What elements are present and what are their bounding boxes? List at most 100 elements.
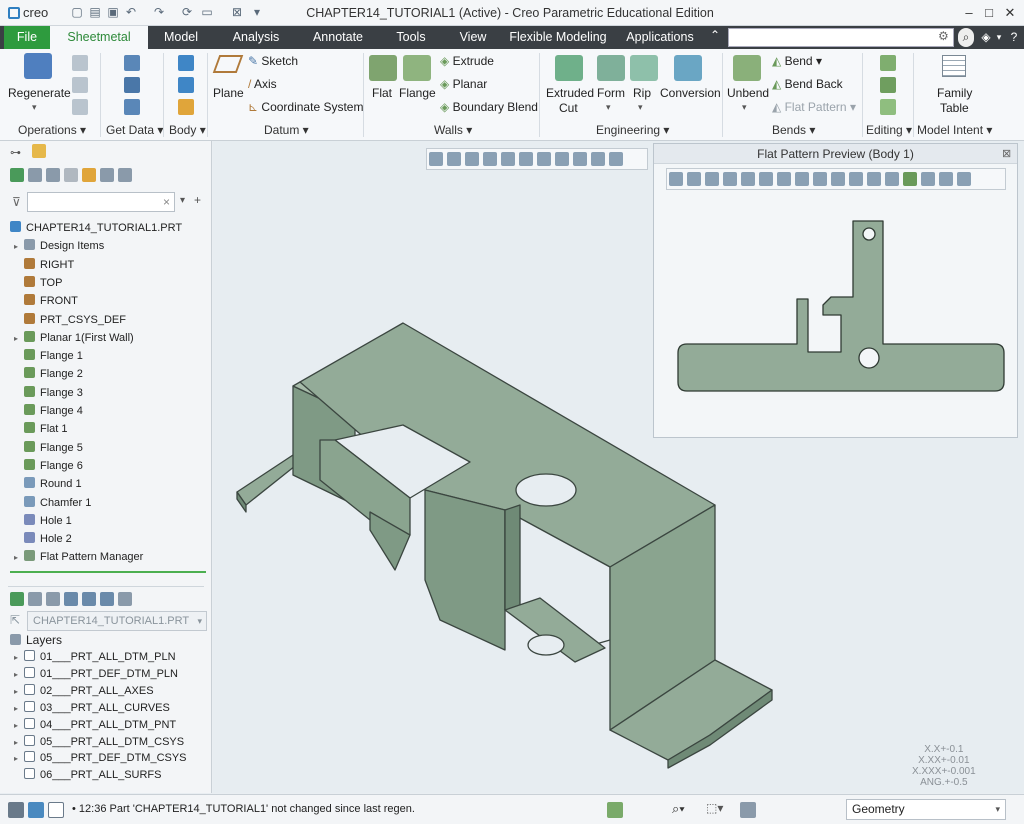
fp-zoom-icon[interactable] bbox=[687, 172, 701, 186]
bend-button[interactable]: ◭ Bend ▾ bbox=[772, 54, 822, 68]
learning-menu-icon[interactable]: ▾ bbox=[994, 28, 1004, 47]
fp-zoom-box-icon[interactable] bbox=[705, 172, 719, 186]
flat-button[interactable]: Flat bbox=[372, 86, 392, 100]
tree-expand-icon[interactable] bbox=[118, 168, 132, 182]
tree-settings-icon[interactable] bbox=[64, 168, 78, 182]
model-tree-item[interactable]: TOP bbox=[14, 274, 62, 292]
model-tree-item[interactable]: ▸ Flat Pattern Manager bbox=[14, 548, 143, 566]
fp-sync-icon[interactable] bbox=[903, 172, 917, 186]
flat-pattern-preview-window[interactable]: Flat Pattern Preview (Body 1) ⊠ bbox=[653, 143, 1018, 438]
tab-tools[interactable]: Tools bbox=[384, 26, 438, 49]
search-icon[interactable]: ⌕ bbox=[958, 28, 974, 47]
tab-flexible-modeling[interactable]: Flexible Modeling bbox=[506, 26, 610, 49]
edit-pattern-icon[interactable] bbox=[880, 99, 896, 115]
selection-filter-select[interactable]: Geometry ▾ bbox=[846, 799, 1006, 820]
fp-csys-icon[interactable] bbox=[867, 172, 881, 186]
group-walls[interactable]: Walls ▾ bbox=[434, 123, 472, 137]
learning-connector-icon[interactable]: ◈ bbox=[978, 28, 994, 47]
flange-button[interactable]: Flange bbox=[399, 86, 436, 100]
conversion-button[interactable]: Conversion bbox=[660, 86, 721, 100]
edit-merge-icon[interactable] bbox=[880, 55, 896, 71]
model-tree-item[interactable]: ▸ Design Items bbox=[14, 237, 104, 255]
extrude-button[interactable]: ◈ Extrude bbox=[440, 54, 494, 68]
model-tree-item[interactable]: Flange 6 bbox=[14, 457, 83, 475]
model-tree-item[interactable]: PRT_CSYS_DEF bbox=[14, 311, 126, 329]
tab-applications[interactable]: Applications bbox=[618, 26, 702, 49]
tab-file[interactable]: File bbox=[4, 26, 50, 49]
boundary-blend-button[interactable]: ◈ Boundary Blend bbox=[440, 100, 538, 114]
layer-more-icon[interactable] bbox=[118, 592, 132, 606]
tree-sort-icon[interactable] bbox=[100, 168, 114, 182]
model-tree-item[interactable]: Chamfer 1 bbox=[14, 494, 91, 512]
regenerate-quick-icon[interactable]: ⟳ bbox=[180, 5, 194, 19]
unbend-menu-icon[interactable]: ▾ bbox=[742, 102, 747, 113]
folder-browser-tab-icon[interactable] bbox=[32, 144, 46, 158]
group-editing[interactable]: Editing ▾ bbox=[866, 123, 912, 137]
merge-inheritance-icon[interactable] bbox=[124, 77, 140, 93]
family-table-button[interactable]: Family bbox=[937, 86, 972, 100]
fp-annotations-icon[interactable] bbox=[885, 172, 899, 186]
fp-zoom-in-icon[interactable] bbox=[723, 172, 737, 186]
selection-list-icon[interactable] bbox=[740, 802, 756, 818]
layer-new-icon[interactable] bbox=[64, 592, 78, 606]
model-tree-item[interactable]: Hole 1 bbox=[14, 512, 72, 530]
axis-button[interactable]: / Axis bbox=[248, 77, 277, 91]
find-icon[interactable]: ⌕▾ bbox=[672, 801, 685, 817]
body-boolean-icon[interactable] bbox=[178, 77, 194, 93]
tree-display-icon[interactable] bbox=[10, 168, 24, 182]
tree-filter-icon[interactable] bbox=[28, 168, 42, 182]
layer-item[interactable]: ▸ 01___PRT_DEF_DTM_PLN bbox=[14, 665, 178, 683]
shrinkwrap-icon[interactable] bbox=[124, 99, 140, 115]
unbend-button[interactable]: Unbend bbox=[727, 86, 769, 100]
layer-display-icon[interactable] bbox=[10, 592, 24, 606]
clear-search-icon[interactable]: × bbox=[163, 195, 170, 209]
model-tree-item[interactable]: Round 1 bbox=[14, 475, 82, 493]
fp-repaint-icon[interactable] bbox=[759, 172, 773, 186]
model-tree-item[interactable]: Flange 1 bbox=[14, 347, 83, 365]
model-tree-tab-icon[interactable]: ⊶ bbox=[10, 146, 21, 159]
bend-back-button[interactable]: ◭ Bend Back bbox=[772, 77, 843, 91]
undo-icon[interactable]: ↶ bbox=[124, 5, 138, 19]
tab-view[interactable]: View bbox=[446, 26, 500, 49]
fp-refit-icon[interactable] bbox=[669, 172, 683, 186]
layer-item[interactable]: ▸ 04___PRT_ALL_DTM_PNT bbox=[14, 716, 176, 734]
tab-model[interactable]: Model bbox=[150, 26, 212, 49]
regen-status-icon[interactable] bbox=[607, 802, 623, 818]
model-tree-item[interactable]: Flange 5 bbox=[14, 439, 83, 457]
paste-icon[interactable] bbox=[72, 77, 88, 93]
add-filter-icon[interactable]: + bbox=[194, 193, 201, 207]
tree-show-icon[interactable] bbox=[82, 168, 96, 182]
fp-shading-icon[interactable] bbox=[813, 172, 827, 186]
windows-icon[interactable]: ▭ bbox=[200, 5, 214, 19]
model-tree-item[interactable]: Hole 2 bbox=[14, 530, 72, 548]
fp-export-icon[interactable] bbox=[939, 172, 953, 186]
rip-menu-icon[interactable]: ▾ bbox=[638, 102, 643, 113]
redo-icon[interactable]: ↷ bbox=[152, 5, 166, 19]
form-button[interactable]: Form bbox=[597, 86, 625, 100]
close-button[interactable]: ✕ bbox=[999, 4, 1021, 22]
model-tree-item[interactable]: Flat 1 bbox=[14, 420, 68, 438]
tree-search-input[interactable]: × bbox=[27, 192, 175, 212]
minimize-button[interactable]: – bbox=[958, 4, 980, 22]
close-window-icon[interactable]: ⊠ bbox=[230, 5, 244, 19]
layer-item[interactable]: ▸ 02___PRT_ALL_AXES bbox=[14, 682, 154, 700]
edit-split-icon[interactable] bbox=[880, 77, 896, 93]
body-split-icon[interactable] bbox=[178, 99, 194, 115]
layer-columns-icon[interactable] bbox=[46, 592, 60, 606]
body-new-icon[interactable] bbox=[178, 55, 194, 71]
planar-button[interactable]: ◈ Planar bbox=[440, 77, 487, 91]
layer-model-select[interactable]: CHAPTER14_TUTORIAL1.PRT ▾ bbox=[27, 611, 207, 631]
group-model-intent[interactable]: Model Intent ▾ bbox=[917, 123, 992, 137]
layer-tree-icon[interactable] bbox=[28, 592, 42, 606]
extruded-cut-button[interactable]: Extruded bbox=[546, 86, 594, 100]
model-tree-item[interactable]: Flange 4 bbox=[14, 402, 83, 420]
tab-sheetmetal[interactable]: Sheetmetal bbox=[50, 26, 148, 49]
form-menu-icon[interactable]: ▾ bbox=[606, 102, 611, 113]
expand-arrow-icon[interactable]: ▸ bbox=[14, 238, 24, 256]
rip-button[interactable]: Rip bbox=[633, 86, 651, 100]
layer-item[interactable]: ▸ 05___PRT_ALL_DTM_CSYS bbox=[14, 733, 184, 751]
group-operations[interactable]: Operations ▾ bbox=[18, 123, 86, 137]
expand-arrow-icon[interactable]: ▸ bbox=[14, 549, 24, 567]
tab-analysis[interactable]: Analysis bbox=[220, 26, 292, 49]
fp-lock-icon[interactable] bbox=[957, 172, 971, 186]
